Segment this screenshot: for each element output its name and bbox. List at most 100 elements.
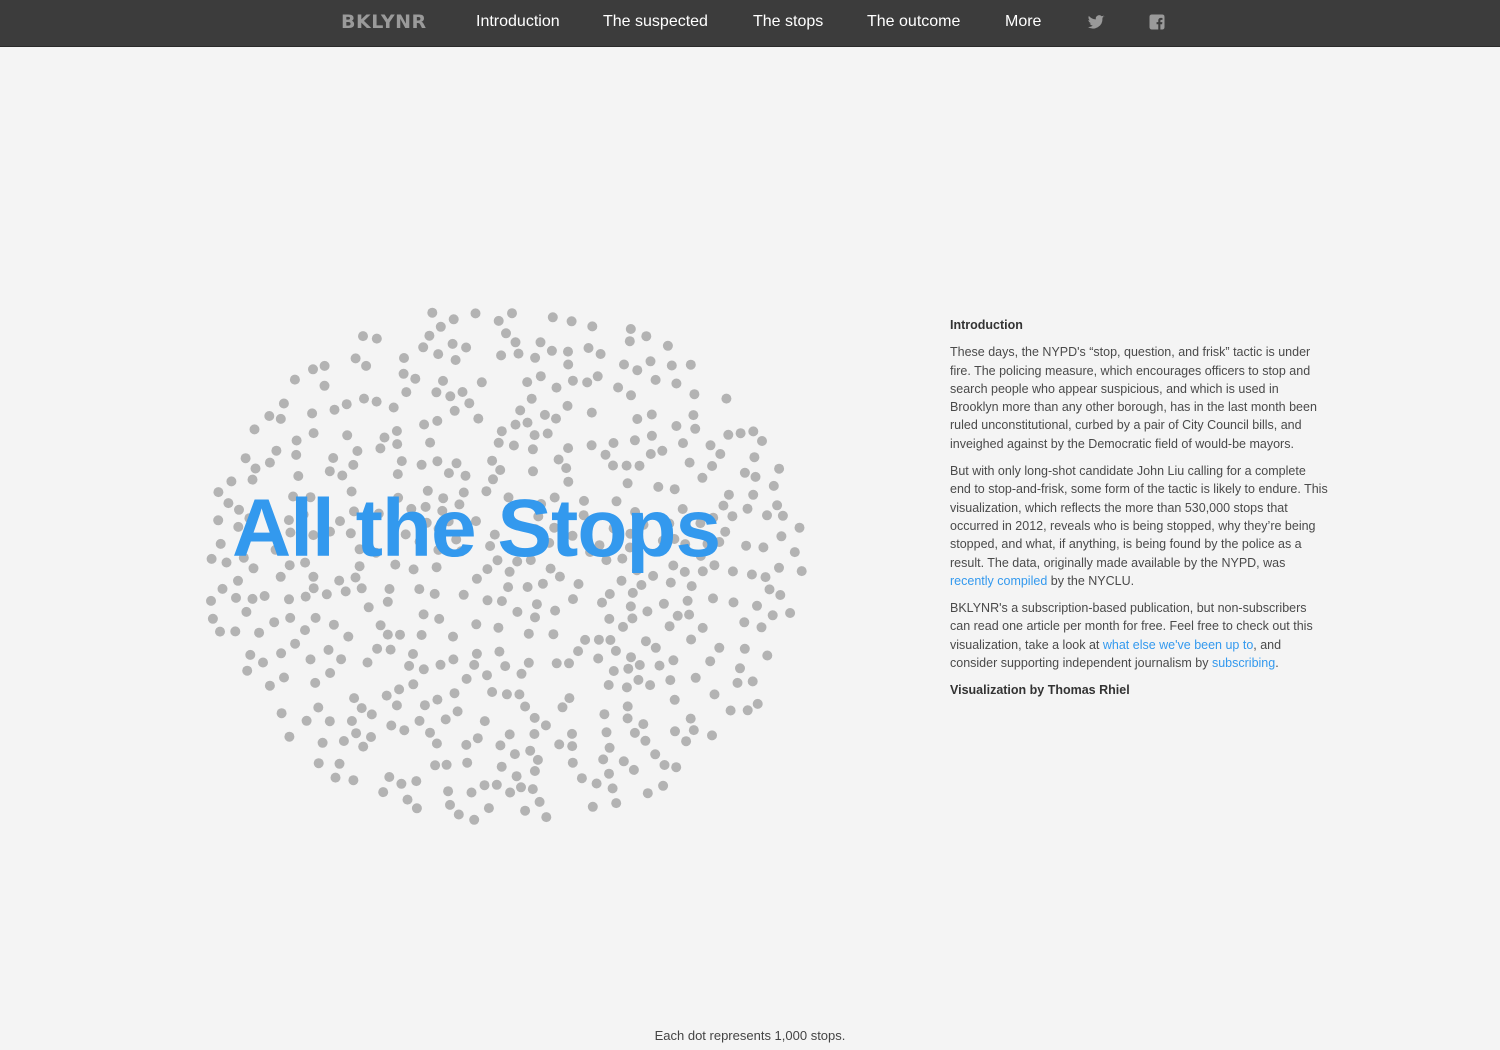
stop-dot bbox=[242, 665, 253, 676]
stop-dot bbox=[462, 757, 473, 768]
stop-dot bbox=[646, 409, 657, 420]
stop-dot bbox=[356, 583, 367, 594]
nav-the-outcome[interactable]: The outcome bbox=[867, 13, 960, 31]
nav-the-suspected[interactable]: The suspected bbox=[603, 13, 708, 31]
facebook-icon[interactable] bbox=[1148, 13, 1166, 31]
stop-dot bbox=[496, 761, 507, 772]
stop-dot bbox=[742, 503, 753, 514]
stop-dot bbox=[350, 353, 361, 364]
stop-dot bbox=[325, 668, 336, 678]
stop-dot bbox=[440, 714, 451, 725]
stop-dot bbox=[388, 402, 399, 413]
stop-dot bbox=[247, 593, 258, 604]
stop-dot bbox=[511, 771, 522, 782]
stop-dot bbox=[308, 428, 319, 439]
stop-dot bbox=[685, 713, 696, 724]
stop-dot bbox=[616, 575, 627, 586]
stop-dot bbox=[512, 606, 523, 617]
stop-dot bbox=[329, 404, 340, 415]
stop-dot bbox=[595, 349, 606, 359]
footer-note: Each dot represents 1,000 stops. bbox=[654, 1028, 846, 1043]
stop-dot bbox=[510, 337, 521, 348]
stop-dot bbox=[619, 359, 629, 370]
stop-dot bbox=[728, 597, 739, 608]
nav-more[interactable]: More bbox=[1005, 13, 1041, 31]
stop-dot bbox=[427, 307, 438, 318]
stop-dot bbox=[394, 684, 405, 695]
stop-dot bbox=[708, 593, 718, 604]
stop-dot bbox=[610, 645, 621, 656]
stop-dot bbox=[503, 582, 514, 593]
stop-dot bbox=[678, 438, 688, 449]
stop-dot bbox=[752, 698, 763, 709]
stop-dot bbox=[384, 772, 395, 782]
stop-dot bbox=[419, 419, 430, 430]
recently-compiled-link[interactable]: recently compiled bbox=[950, 574, 1047, 588]
stop-dot bbox=[213, 487, 224, 498]
stop-dot bbox=[709, 689, 720, 700]
stop-dot bbox=[410, 373, 421, 384]
what-else-link[interactable]: what else we've been up to bbox=[1103, 638, 1253, 652]
stop-dot bbox=[636, 580, 647, 590]
twitter-icon[interactable] bbox=[1087, 13, 1105, 31]
stop-dot bbox=[308, 583, 319, 594]
stop-dot bbox=[613, 382, 624, 393]
stop-dot bbox=[671, 421, 682, 431]
stop-dot bbox=[441, 759, 452, 770]
stop-dot bbox=[391, 700, 402, 711]
stop-dot bbox=[469, 659, 480, 670]
brand-logo[interactable]: BKLYNR bbox=[341, 11, 427, 33]
stop-dot bbox=[362, 657, 373, 668]
stop-dot bbox=[448, 631, 458, 642]
stop-dot bbox=[551, 413, 561, 424]
stop-dot bbox=[425, 437, 436, 448]
stop-dot bbox=[624, 336, 635, 347]
stop-dot bbox=[668, 655, 679, 666]
stop-dot bbox=[732, 677, 743, 688]
stop-dot bbox=[483, 803, 494, 814]
stop-dot bbox=[735, 663, 745, 674]
stop-dot bbox=[604, 589, 615, 599]
subscribing-link[interactable]: subscribing bbox=[1212, 656, 1275, 670]
stop-dot bbox=[258, 657, 268, 668]
stop-dot bbox=[684, 457, 695, 468]
stop-dot bbox=[686, 581, 697, 592]
stop-dot bbox=[657, 445, 668, 456]
stop-dot bbox=[361, 360, 372, 371]
stop-dot bbox=[529, 712, 540, 723]
stop-dot bbox=[714, 642, 725, 653]
stop-dot bbox=[604, 613, 615, 624]
stop-dot bbox=[522, 417, 533, 428]
stop-dot bbox=[723, 489, 734, 500]
stop-dot bbox=[285, 612, 296, 623]
stop-dot bbox=[301, 715, 312, 726]
stop-dot bbox=[433, 349, 444, 360]
nav-the-stops[interactable]: The stops bbox=[753, 13, 823, 31]
stop-dot bbox=[386, 720, 397, 731]
intro-p2-text: But with only long-shot candidate John L… bbox=[950, 464, 1328, 570]
stop-dot bbox=[371, 333, 382, 344]
stop-dot bbox=[573, 579, 584, 589]
stop-dot bbox=[598, 754, 609, 765]
nav-introduction[interactable]: Introduction bbox=[476, 13, 560, 31]
stop-dot bbox=[358, 331, 368, 342]
stop-dot bbox=[495, 465, 506, 475]
stop-dot bbox=[671, 762, 682, 773]
stop-dot bbox=[599, 709, 610, 720]
stop-dot bbox=[526, 393, 537, 404]
stop-dot bbox=[605, 635, 616, 645]
stop-dot bbox=[443, 468, 454, 479]
stop-dot bbox=[634, 460, 645, 471]
intro-paragraph-3: BKLYNR's a subscription-based publicatio… bbox=[950, 599, 1328, 672]
stop-dot bbox=[750, 471, 761, 482]
stop-dot bbox=[727, 511, 738, 522]
stop-dot bbox=[366, 709, 377, 720]
stop-dot bbox=[401, 387, 412, 398]
stop-dot bbox=[419, 700, 430, 711]
stop-dot bbox=[658, 780, 669, 791]
stop-dot bbox=[351, 728, 362, 739]
stop-dot bbox=[392, 469, 403, 480]
stop-dot bbox=[583, 343, 594, 353]
stop-dot bbox=[659, 760, 670, 770]
stop-dot bbox=[460, 470, 471, 481]
